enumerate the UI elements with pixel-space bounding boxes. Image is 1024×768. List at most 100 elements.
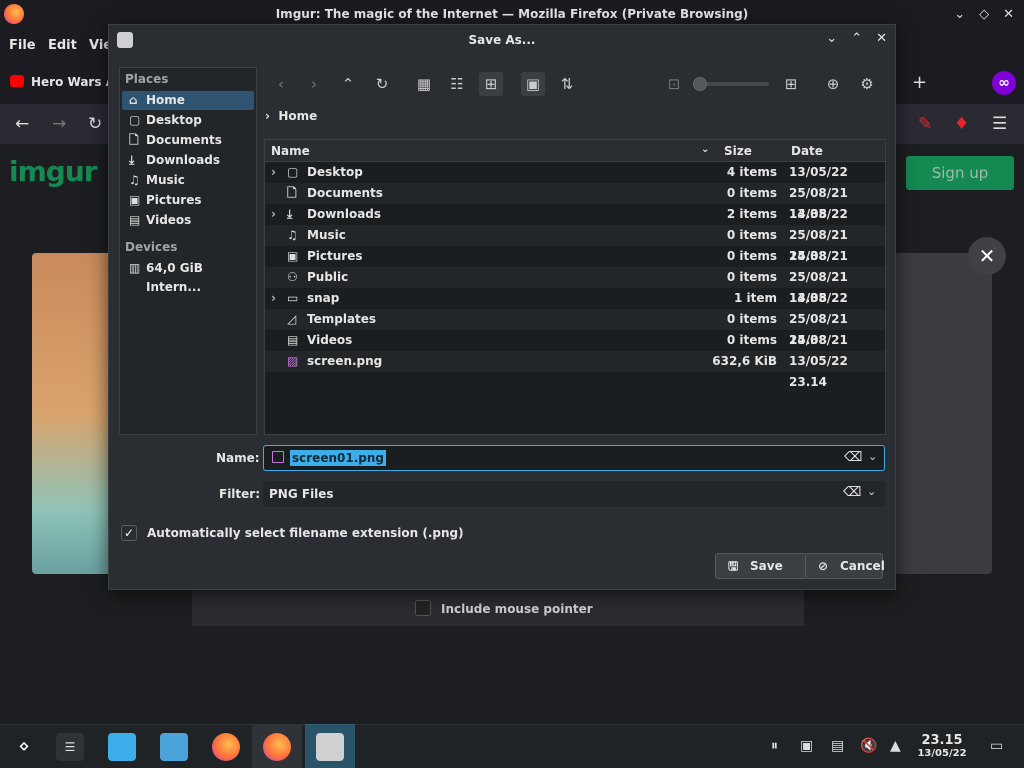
file-row[interactable]: ♫ Music 0 items 25/08/21 14.38: [265, 225, 885, 263]
place-desktop[interactable]: ▢ Desktop: [122, 111, 254, 130]
file-row[interactable]: ▨ screen.png 632,6 KiB 13/05/22 23.14: [265, 351, 885, 389]
icon-view-icon[interactable]: ▦: [412, 72, 436, 96]
minimize-icon[interactable]: ⌄: [954, 7, 965, 22]
spectacle-tray-icon[interactable]: ▣: [800, 738, 813, 754]
app-launcher-icon[interactable]: ⋄: [10, 733, 38, 761]
close-icon[interactable]: ✕: [1003, 7, 1014, 22]
column-date[interactable]: Date: [791, 144, 823, 158]
file-row[interactable]: ▣Pictures0 items25/08/21 14.38: [265, 246, 885, 284]
maximize-icon[interactable]: ◇: [979, 7, 989, 22]
system-settings-icon[interactable]: ☰: [56, 733, 84, 761]
file-name: Videos: [307, 333, 353, 347]
sort-chevron-icon[interactable]: ⌄: [701, 144, 709, 155]
file-name: Pictures: [307, 249, 363, 263]
file-row[interactable]: ⚇ Public 0 items 25/08/21 14.38: [265, 267, 885, 305]
file-row[interactable]: ›▢Desktop4 items13/05/22 22.50: [265, 162, 885, 200]
pictures-icon: ▣: [287, 249, 299, 263]
clock[interactable]: 23.15 13/05/22: [914, 733, 970, 759]
place-documents[interactable]: 🗋 Documents: [122, 131, 254, 150]
overlay-close-button[interactable]: ✕: [968, 237, 1006, 275]
documents-icon: 🗋: [287, 186, 297, 200]
name-history-chevron-icon[interactable]: ⌄: [868, 450, 877, 463]
file-row[interactable]: ›⤓Downloads2 items13/05/22 22.54: [265, 204, 885, 242]
save-button[interactable]: 🖫 Save: [715, 553, 807, 579]
firefox-running-icon[interactable]: [263, 733, 291, 761]
back-icon[interactable]: ‹: [269, 72, 293, 96]
expand-chevron-icon[interactable]: ›: [271, 288, 276, 309]
extension2-icon[interactable]: ♦: [954, 114, 969, 134]
column-name[interactable]: Name: [271, 144, 310, 158]
extension-icon[interactable]: ✎: [918, 114, 932, 134]
column-size[interactable]: Size: [724, 144, 752, 158]
private-browsing-icon: ∞: [992, 71, 1016, 95]
tab-hero-wars[interactable]: Hero Wars A: [31, 75, 115, 89]
place-home[interactable]: ⌂ Home: [122, 91, 254, 110]
new-tab-icon[interactable]: +: [912, 72, 927, 93]
discover-store-icon[interactable]: [108, 733, 136, 761]
file-list-header: Name ⌄ Size Date: [265, 140, 885, 162]
file-row[interactable]: 🗋 Documents 0 items 25/08/21 14.38: [265, 183, 885, 221]
file-manager-icon[interactable]: [160, 733, 188, 761]
filter-select[interactable]: PNG Files ⌫ ⌄: [263, 481, 885, 507]
tree-view-icon[interactable]: ⊞: [479, 72, 503, 96]
forward-icon[interactable]: ›: [302, 72, 326, 96]
menu-file[interactable]: File: [9, 38, 36, 53]
place-pictures[interactable]: ▣ Pictures: [122, 191, 254, 210]
file-row[interactable]: ▤Videos0 items25/08/21 14.38: [265, 330, 885, 368]
zoom-slider[interactable]: [699, 82, 769, 86]
place-downloads[interactable]: ⤓ Downloads: [122, 151, 254, 170]
media-pause-icon[interactable]: ⏸: [771, 738, 778, 754]
expand-chevron-icon[interactable]: ›: [271, 204, 276, 225]
dialog-minimize-icon[interactable]: ⌄: [826, 31, 837, 46]
name-label: Name:: [216, 451, 260, 465]
cancel-button[interactable]: ⊘ Cancel: [805, 553, 885, 579]
device-internal-drive[interactable]: ▥ 64,0 GiB Intern...: [122, 259, 254, 294]
desktop-icon: ▢: [287, 165, 299, 179]
cancel-icon: ⊘: [818, 559, 829, 573]
places-header: Places: [125, 72, 169, 86]
clear-name-icon[interactable]: ⌫: [844, 450, 862, 465]
volume-muted-icon[interactable]: 🔇: [860, 738, 877, 754]
file-row[interactable]: ›▭snap1 item13/05/22 21.49: [265, 288, 885, 326]
back-icon[interactable]: ←: [15, 114, 29, 134]
expand-chevron-icon[interactable]: ›: [271, 162, 276, 183]
zoom-in-icon[interactable]: ⊞: [779, 72, 803, 96]
parent-folder-icon[interactable]: ⌃: [336, 72, 360, 96]
firefox-window-controls: ⌄ ◇ ✕: [954, 7, 1014, 22]
compact-view-icon[interactable]: ☷: [445, 72, 469, 96]
place-music[interactable]: ♫ Music: [122, 171, 254, 190]
zoom-slider-handle[interactable]: [693, 77, 707, 91]
preview-icon[interactable]: ▣: [521, 72, 545, 96]
clear-filter-icon[interactable]: ⌫: [843, 485, 861, 500]
dialog-maximize-icon[interactable]: ⌃: [851, 31, 862, 46]
place-videos[interactable]: ▤ Videos: [122, 211, 254, 230]
file-row[interactable]: ◿ Templates 0 items 25/08/21 14.38: [265, 309, 885, 347]
filter-chevron-icon[interactable]: ⌄: [867, 485, 876, 498]
reload-icon[interactable]: ↻: [370, 72, 394, 96]
file-size: 0 items: [726, 270, 777, 284]
include-mouse-pointer-checkbox[interactable]: [415, 600, 431, 616]
breadcrumb-home[interactable]: Home: [278, 109, 317, 123]
reload-icon[interactable]: ↻: [88, 114, 102, 134]
sort-icon[interactable]: ⇅: [555, 72, 579, 96]
dialog-title: Save As...: [468, 33, 536, 47]
spectacle-icon[interactable]: [316, 733, 344, 761]
clipboard-icon[interactable]: ▤: [831, 738, 844, 754]
templates-icon: ◿: [287, 312, 297, 326]
show-desktop-icon[interactable]: ▭: [990, 738, 1003, 754]
new-folder-icon[interactable]: ⊕: [821, 72, 845, 96]
options-icon[interactable]: ⚙: [855, 72, 879, 96]
dialog-close-icon[interactable]: ✕: [876, 31, 887, 46]
breadcrumb[interactable]: › Home: [265, 109, 317, 123]
firefox-icon[interactable]: [212, 733, 240, 761]
filename-input[interactable]: screen01.png ⌫ ⌄: [263, 445, 885, 471]
auto-extension-checkbox[interactable]: ✓: [121, 525, 137, 541]
menu-edit[interactable]: Edit: [48, 38, 77, 53]
zoom-out-icon[interactable]: ⊡: [662, 72, 686, 96]
hamburger-menu-icon[interactable]: ☰: [992, 114, 1007, 134]
forward-icon[interactable]: →: [52, 114, 66, 134]
file-list[interactable]: Name ⌄ Size Date › ▢ Desktop 4 items 13/05/2…: [264, 139, 886, 435]
music-icon: ♫: [287, 228, 298, 242]
tray-expand-icon[interactable]: ▲: [890, 738, 901, 754]
public-icon: ⚇: [287, 270, 298, 284]
